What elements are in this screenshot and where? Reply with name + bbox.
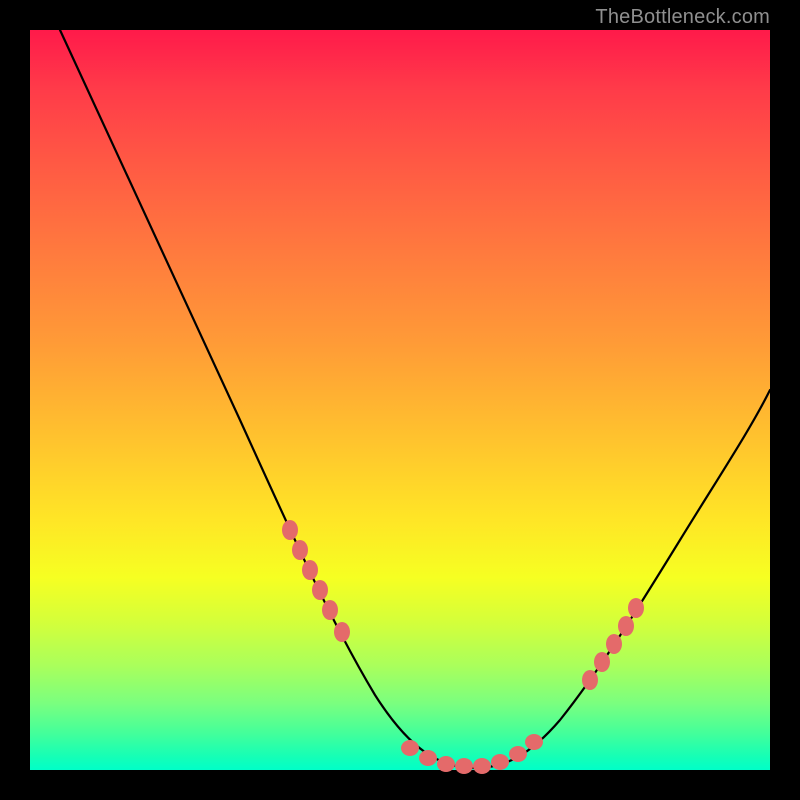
marker-dot: [302, 560, 318, 580]
marker-dot: [628, 598, 644, 618]
chart-frame: TheBottleneck.com: [0, 0, 800, 800]
marker-dot: [582, 670, 598, 690]
marker-dot: [509, 746, 527, 762]
marker-dot: [594, 652, 610, 672]
marker-dot: [618, 616, 634, 636]
marker-dot: [322, 600, 338, 620]
marker-dot: [292, 540, 308, 560]
plot-area: [30, 30, 770, 770]
chart-svg: [30, 30, 770, 770]
marker-dot: [455, 758, 473, 774]
marker-dot: [473, 758, 491, 774]
watermark-text: TheBottleneck.com: [595, 6, 770, 29]
marker-dot: [491, 754, 509, 770]
bottleneck-curve: [60, 30, 770, 768]
marker-dot: [437, 756, 455, 772]
marker-dot: [334, 622, 350, 642]
marker-dot: [282, 520, 298, 540]
marker-dot: [419, 750, 437, 766]
marker-dot: [401, 740, 419, 756]
marker-dot: [312, 580, 328, 600]
curve-markers: [282, 520, 644, 774]
marker-dot: [606, 634, 622, 654]
marker-dot: [525, 734, 543, 750]
